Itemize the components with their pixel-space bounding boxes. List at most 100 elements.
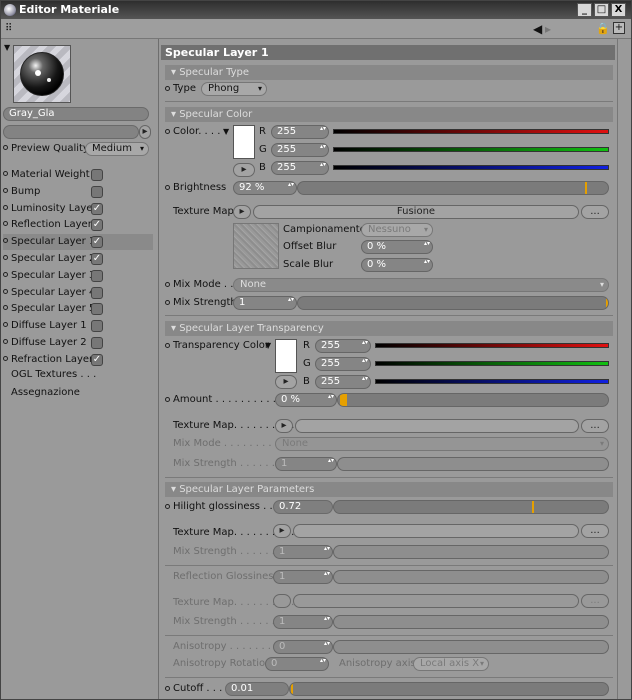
- texture-browse-button[interactable]: ...: [581, 205, 609, 219]
- material-extra-field[interactable]: [3, 125, 139, 139]
- vertical-scrollbar[interactable]: [617, 39, 631, 699]
- close-button[interactable]: X: [611, 3, 626, 17]
- channel-checkbox[interactable]: ✓: [91, 219, 103, 232]
- cutoff-slider[interactable]: [289, 682, 609, 696]
- transparency-color-swatch[interactable]: [275, 339, 297, 373]
- anisotropy-axis-dropdown[interactable]: Local axis X ▾: [413, 657, 489, 671]
- transparency-menu-arrow-icon[interactable]: ▼: [265, 341, 271, 350]
- cutoff-input[interactable]: 0.01: [225, 682, 289, 696]
- refl-texture-button[interactable]: [293, 594, 579, 608]
- channel-item[interactable]: Luminosity Layer ✓: [3, 201, 153, 217]
- reflection-glossiness-input[interactable]: 1: [273, 570, 333, 584]
- back-arrow-icon[interactable]: ◀: [533, 22, 542, 36]
- transparency-picker-button[interactable]: ▸: [275, 375, 297, 389]
- green-value-input[interactable]: 255: [271, 143, 329, 157]
- brightness-input[interactable]: 92 %: [233, 181, 297, 195]
- texture-menu-button[interactable]: ▸: [233, 205, 251, 219]
- sampling-dropdown[interactable]: Nessuno ▾: [361, 223, 433, 237]
- material-name-field[interactable]: Gray_Gla: [3, 107, 149, 121]
- channel-item[interactable]: Diffuse Layer 1: [3, 318, 153, 334]
- channel-item[interactable]: Specular Layer 5: [3, 301, 153, 317]
- texture-mode-button[interactable]: Fusione: [253, 205, 579, 219]
- lock-icon[interactable]: 🔒: [596, 22, 610, 36]
- channel-checkbox[interactable]: ✓: [91, 353, 103, 366]
- reflection-glossiness-slider[interactable]: [333, 570, 609, 584]
- red-slider[interactable]: [333, 129, 609, 134]
- refl-mix-strength-input[interactable]: 1: [273, 615, 333, 629]
- brightness-slider[interactable]: [297, 181, 609, 195]
- material-extra-arrow[interactable]: ▸: [139, 125, 151, 139]
- channel-checkbox[interactable]: [91, 337, 103, 349]
- channel-item[interactable]: Specular Layer 3: [3, 268, 153, 284]
- channel-checkbox[interactable]: [91, 169, 103, 181]
- refl-mix-strength-slider[interactable]: [333, 615, 609, 629]
- channel-item[interactable]: Specular Layer 1 ✓: [3, 234, 153, 251]
- anisotropy-slider[interactable]: [333, 640, 609, 654]
- refl-texture-menu[interactable]: [273, 594, 291, 608]
- channel-checkbox[interactable]: [91, 269, 103, 282]
- channel-item[interactable]: Specular Layer 4: [3, 285, 153, 301]
- channel-checkbox[interactable]: ✓: [91, 236, 103, 249]
- blue-slider[interactable]: [333, 165, 609, 170]
- channel-checkbox[interactable]: [91, 303, 103, 316]
- glossiness-input[interactable]: 0.72: [273, 500, 333, 514]
- transparency-red-slider[interactable]: [375, 343, 609, 348]
- forward-arrow-icon[interactable]: ▸: [545, 22, 551, 36]
- preview-quality-dropdown[interactable]: Medium ▾: [85, 142, 149, 156]
- section-transparency[interactable]: ▾ Specular Layer Transparency: [165, 321, 613, 336]
- mix-strength-slider[interactable]: [297, 296, 609, 310]
- scale-blur-input[interactable]: 0 %: [361, 258, 433, 272]
- section-specular-color[interactable]: ▾ Specular Color: [165, 107, 613, 122]
- channel-item[interactable]: Refraction Layer ✓: [3, 352, 153, 368]
- offset-blur-input[interactable]: 0 %: [361, 240, 433, 254]
- anisotropy-input[interactable]: 0: [273, 640, 333, 654]
- new-panel-icon[interactable]: +: [613, 22, 625, 34]
- transparency-green-slider[interactable]: [375, 361, 609, 366]
- color-menu-arrow-icon[interactable]: ▼: [223, 127, 229, 136]
- channel-checkbox[interactable]: [91, 320, 103, 333]
- channel-checkbox[interactable]: ✓: [91, 202, 103, 215]
- gloss-texture-browse[interactable]: ...: [581, 524, 609, 538]
- transparency-green-input[interactable]: 255: [315, 357, 371, 371]
- grip-icon[interactable]: ⠿: [5, 22, 12, 36]
- gloss-mix-strength-slider[interactable]: [333, 545, 609, 559]
- channel-item[interactable]: Bump: [3, 184, 153, 200]
- red-value-input[interactable]: 255: [271, 125, 329, 139]
- section-specular-parameters[interactable]: ▾ Specular Layer Parameters: [165, 482, 613, 497]
- mix-strength-input[interactable]: 1: [233, 296, 297, 310]
- channel-item[interactable]: Specular Layer 2 ✓: [3, 251, 153, 267]
- maximize-button[interactable]: □: [594, 3, 609, 17]
- channel-item[interactable]: Diffuse Layer 2: [3, 335, 153, 351]
- mix-mode-dropdown[interactable]: None ▾: [233, 278, 609, 292]
- assignment-item[interactable]: Assegnazione: [3, 385, 153, 401]
- section-specular-type[interactable]: ▾ Specular Type: [165, 65, 613, 80]
- minimize-button[interactable]: _: [577, 3, 592, 17]
- ogl-textures-item[interactable]: OGL Textures . . .: [3, 367, 153, 383]
- material-preview[interactable]: [13, 45, 71, 103]
- collapse-arrow-icon[interactable]: ▼: [4, 43, 10, 52]
- title-bar[interactable]: Editor Materiale _ □ X: [1, 1, 631, 19]
- green-slider[interactable]: [333, 147, 609, 152]
- gloss-texture-button[interactable]: [293, 524, 579, 538]
- glossiness-slider[interactable]: [333, 500, 609, 514]
- gloss-texture-menu[interactable]: ▸: [273, 524, 291, 538]
- anisotropy-rotation-input[interactable]: 0: [265, 657, 329, 671]
- channel-item[interactable]: Reflection Layer ✓: [3, 217, 153, 233]
- transparency-mix-strength-input[interactable]: 1: [275, 457, 337, 471]
- transparency-texture-button[interactable]: [295, 419, 579, 433]
- transparency-blue-slider[interactable]: [375, 379, 609, 384]
- type-dropdown[interactable]: Phong ▾: [201, 82, 267, 96]
- channel-checkbox[interactable]: [91, 286, 103, 299]
- amount-input[interactable]: 0 %: [275, 393, 337, 407]
- transparency-mix-mode-dropdown[interactable]: None ▾: [275, 437, 609, 451]
- specular-color-swatch[interactable]: [233, 125, 255, 159]
- gloss-mix-strength-input[interactable]: 1: [273, 545, 333, 559]
- color-picker-button[interactable]: ▸: [233, 163, 255, 177]
- channel-checkbox[interactable]: ✓: [91, 253, 103, 265]
- refl-texture-browse[interactable]: ...: [581, 594, 609, 608]
- transparency-texture-browse[interactable]: ...: [581, 419, 609, 433]
- transparency-mix-strength-slider[interactable]: [337, 457, 609, 471]
- channel-checkbox[interactable]: [91, 185, 103, 198]
- blue-value-input[interactable]: 255: [271, 161, 329, 175]
- transparency-red-input[interactable]: 255: [315, 339, 371, 353]
